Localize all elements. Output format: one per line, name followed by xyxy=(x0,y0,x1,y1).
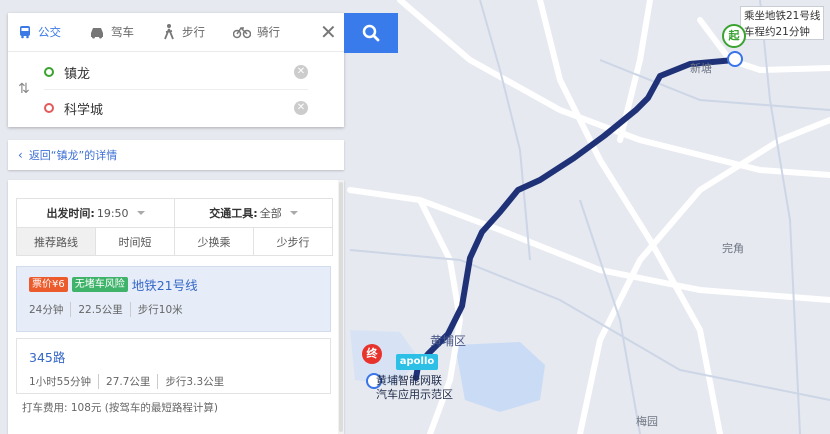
map-label-huangpu: 黄埔区 xyxy=(430,334,467,348)
route-walk: 步行3.3公里 xyxy=(157,374,231,389)
bike-icon xyxy=(233,26,251,39)
map-label-xintang: 新塘 xyxy=(690,62,712,75)
fare-badge: 票价¥6 xyxy=(29,277,68,292)
taxi-fare-note: 打车费用: 108元 (按驾车的最短路程计算) xyxy=(22,402,218,414)
back-link[interactable]: ‹ 返回“镇龙”的详情 xyxy=(8,140,344,170)
sort-recommended[interactable]: 推荐路线 xyxy=(17,228,96,255)
sort-fewest-transfers[interactable]: 少换乘 xyxy=(175,228,254,255)
car-icon xyxy=(91,28,103,39)
search-icon xyxy=(362,24,380,42)
tab-walk[interactable]: 步行 xyxy=(162,24,205,40)
tab-transit[interactable]: 公交 xyxy=(18,24,61,40)
no-traffic-badge: 无堵车风险 xyxy=(71,277,128,292)
results-panel: 出发时间: 19:50 交通工具: 全部 推荐路线 时间短 少换乘 少步行 票价¥6… xyxy=(8,180,344,434)
route-distance: 27.7公里 xyxy=(98,374,157,389)
swap-icon[interactable]: ⇅ xyxy=(18,81,30,97)
route-name[interactable]: 345路 xyxy=(29,347,65,366)
map-label-wanjiao: 完角 xyxy=(722,242,744,255)
walk-icon xyxy=(164,24,174,40)
route-filters: 出发时间: 19:50 交通工具: 全部 推荐路线 时间短 少换乘 少步行 xyxy=(16,198,333,256)
bus-icon xyxy=(20,26,30,39)
chevron-down-icon xyxy=(136,211,145,215)
route-name[interactable]: 地铁21号线 xyxy=(132,275,198,294)
route-walk: 步行10米 xyxy=(129,302,190,317)
destination-row[interactable]: 科学城 ✕ xyxy=(44,91,308,125)
origin-input[interactable]: 镇龙 xyxy=(64,63,294,82)
map-label-meiyuan: 梅园 xyxy=(636,415,658,428)
tab-drive[interactable]: 驾车 xyxy=(89,24,134,40)
origin-dot-icon xyxy=(44,67,54,77)
start-marker[interactable]: 起 xyxy=(722,24,746,48)
chevron-down-icon xyxy=(289,211,298,215)
search-panel: 公交 驾车 步行 骑行 ✕ ⇅ 镇龙 ✕ 科学城 ✕ xyxy=(8,13,344,127)
end-marker[interactable]: 终 xyxy=(362,344,382,364)
chevron-left-icon: ‹ xyxy=(18,148,23,162)
results-scrollbar[interactable] xyxy=(338,180,344,434)
origin-row[interactable]: 镇龙 ✕ xyxy=(44,55,308,90)
route-item-bus-345[interactable]: 345路 1小时55分钟 27.7公里 步行3.3公里 xyxy=(16,338,331,394)
route-item-metro-21[interactable]: 票价¥6 无堵车风险 地铁21号线 24分钟 22.5公里 步行10米 xyxy=(16,266,331,332)
transport-tabs: 公交 驾车 步行 骑行 xyxy=(8,13,344,52)
search-button[interactable] xyxy=(344,13,398,53)
sort-shortest-time[interactable]: 时间短 xyxy=(96,228,175,255)
destination-dot-icon xyxy=(44,103,54,113)
clear-origin-icon[interactable]: ✕ xyxy=(294,65,308,79)
route-distance: 22.5公里 xyxy=(70,302,129,317)
route-duration: 24分钟 xyxy=(29,304,64,316)
apollo-badge: apollo xyxy=(396,354,438,370)
clear-destination-icon[interactable]: ✕ xyxy=(294,101,308,115)
zone-label: 黄埔智能网联 汽车应用示范区 xyxy=(376,374,453,401)
close-icon[interactable]: ✕ xyxy=(320,22,337,42)
tab-bike[interactable]: 骑行 xyxy=(233,24,280,40)
destination-input[interactable]: 科学城 xyxy=(64,99,294,118)
transport-mode-select[interactable]: 交通工具: 全部 xyxy=(175,199,332,227)
route-duration: 1小时55分钟 xyxy=(29,376,92,388)
start-bus-icon xyxy=(727,51,743,67)
sort-least-walking[interactable]: 少步行 xyxy=(254,228,332,255)
depart-time-select[interactable]: 出发时间: 19:50 xyxy=(17,199,175,227)
route-callout: 乘坐地铁21号线 车程约21分钟 xyxy=(740,6,824,40)
